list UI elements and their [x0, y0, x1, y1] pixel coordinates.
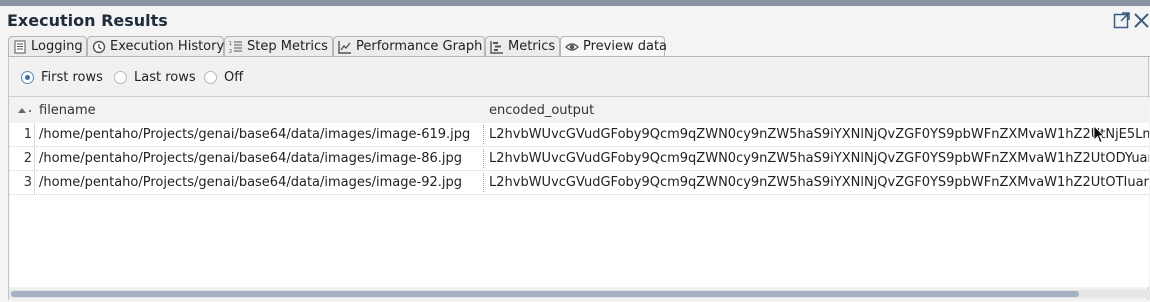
- radio-indicator: [21, 71, 34, 84]
- metrics-icon: [490, 41, 503, 54]
- tab-label: Logging: [31, 39, 83, 54]
- row-divider: [10, 194, 1149, 195]
- tab-label: Performance Graph: [356, 39, 483, 54]
- table-row[interactable]: 3 /home/pentaho/Projects/genai/base64/da…: [10, 171, 1149, 194]
- radio-label: Off: [224, 70, 244, 85]
- svg-text:1: 1: [229, 41, 232, 47]
- row-mode-options: First rows Last rows Off: [9, 67, 1150, 89]
- row-number: 1: [10, 123, 35, 146]
- column-separator: [483, 149, 484, 168]
- radio-indicator: [204, 71, 217, 84]
- window-top-bar: [0, 0, 1150, 6]
- history-icon: [92, 40, 106, 54]
- tab-execution-history[interactable]: Execution History: [87, 36, 224, 57]
- column-separator: [483, 173, 484, 192]
- scrollbar-thumb[interactable]: [11, 291, 1079, 297]
- tab-label: Step Metrics: [247, 39, 328, 54]
- tab-bar: Logging Execution History 1 2 Step Metri…: [8, 36, 1150, 57]
- row-number: 2: [10, 147, 35, 170]
- filename-cell[interactable]: /home/pentaho/Projects/genai/base64/data…: [39, 171, 462, 194]
- encoded-output-cell[interactable]: L2hvbWUvcGVudGFoby9Qcm9qZWN0cy9nZW5haS9i…: [489, 123, 1149, 146]
- column-header-encoded-output[interactable]: encoded_output: [489, 103, 594, 118]
- radio-label: First rows: [41, 70, 103, 85]
- table-row[interactable]: 2 /home/pentaho/Projects/genai/base64/da…: [10, 147, 1149, 170]
- filename-cell[interactable]: /home/pentaho/Projects/genai/base64/data…: [39, 147, 462, 170]
- off-radio[interactable]: Off: [204, 67, 254, 89]
- column-header-filename[interactable]: filename: [39, 103, 96, 118]
- column-separator: [483, 125, 484, 144]
- title-bar: Execution Results: [0, 8, 1150, 34]
- close-icon[interactable]: [1133, 11, 1150, 29]
- numbered-list-icon: 1 2: [229, 41, 242, 54]
- preview-data-panel: First rows Last rows Off filename encode…: [8, 57, 1150, 300]
- encoded-output-cell[interactable]: L2hvbWUvcGVudGFoby9Qcm9qZWN0cy9nZW5haS9i…: [489, 171, 1149, 194]
- encoded-output-cell[interactable]: L2hvbWUvcGVudGFoby9Qcm9qZWN0cy9nZW5haS9i…: [489, 147, 1149, 170]
- radio-label: Last rows: [134, 70, 196, 85]
- tab-logging[interactable]: Logging: [8, 36, 87, 57]
- row-number: 3: [10, 171, 35, 194]
- maximize-icon[interactable]: [1113, 11, 1131, 29]
- tab-label: Preview data: [583, 39, 668, 54]
- table-header: filename encoded_output: [10, 98, 1149, 123]
- document-icon: [14, 40, 26, 54]
- tab-label: Execution History: [110, 39, 225, 54]
- table-row[interactable]: 1 /home/pentaho/Projects/genai/base64/da…: [10, 123, 1149, 146]
- tab-performance-graph[interactable]: Performance Graph: [333, 36, 485, 57]
- tab-preview-data[interactable]: Preview data: [560, 36, 668, 57]
- preview-table: filename encoded_output 1 /home/pentaho/…: [10, 98, 1149, 287]
- header-separator: [29, 110, 31, 112]
- line-graph-icon: [338, 41, 351, 54]
- window-title: Execution Results: [7, 11, 168, 30]
- last-rows-radio[interactable]: Last rows: [114, 67, 202, 89]
- mouse-pointer-icon: [1093, 125, 1105, 144]
- tab-step-metrics[interactable]: 1 2 Step Metrics: [224, 36, 333, 57]
- tab-metrics[interactable]: Metrics: [485, 36, 560, 57]
- svg-text:2: 2: [229, 49, 232, 54]
- filename-cell[interactable]: /home/pentaho/Projects/genai/base64/data…: [39, 123, 470, 146]
- options-separator: [9, 96, 1150, 97]
- sort-ascending-icon[interactable]: [18, 106, 26, 114]
- radio-indicator: [114, 71, 127, 84]
- first-rows-radio[interactable]: First rows: [21, 67, 111, 89]
- horizontal-scrollbar[interactable]: [9, 290, 1150, 298]
- eye-icon: [565, 43, 579, 51]
- tab-label: Metrics: [508, 39, 556, 54]
